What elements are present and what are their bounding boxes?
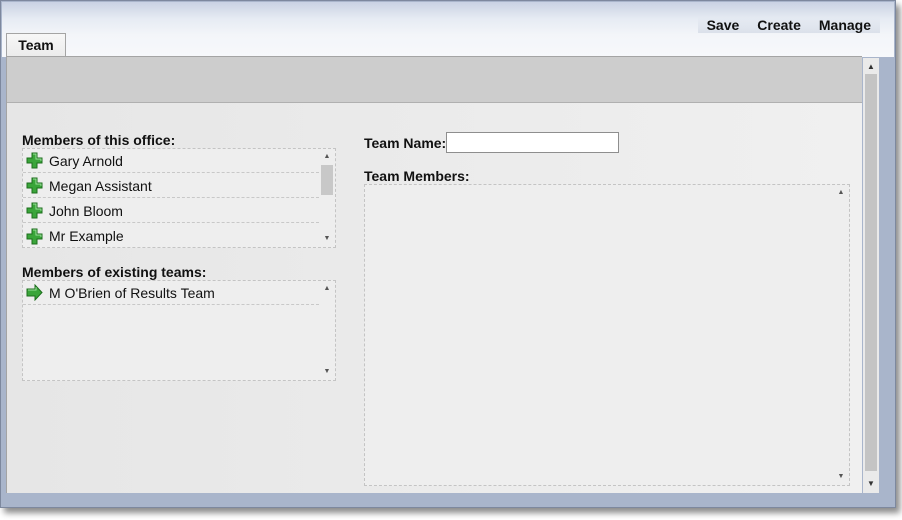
scroll-up-icon[interactable]: ▲ <box>833 187 849 199</box>
teams-list-scrollbar[interactable]: ▲ ▼ <box>319 281 335 380</box>
panel-header <box>7 57 862 103</box>
save-button[interactable]: Save <box>697 17 749 33</box>
scroll-down-icon[interactable]: ▼ <box>863 477 879 491</box>
page-scrollbar[interactable]: ▲ ▼ <box>863 58 879 493</box>
scroll-up-icon[interactable]: ▲ <box>319 151 335 163</box>
scroll-up-icon[interactable]: ▲ <box>319 283 335 295</box>
team-members-list[interactable]: ▲ ▼ <box>364 184 850 486</box>
team-name-input[interactable] <box>446 132 619 153</box>
list-item[interactable]: John Bloom <box>23 199 319 223</box>
add-icon[interactable] <box>26 152 43 169</box>
scroll-down-icon[interactable]: ▼ <box>833 471 849 483</box>
team-member-name: M O'Brien of Results Team <box>49 284 215 301</box>
member-name: John Bloom <box>49 202 123 219</box>
scrollbar-thumb[interactable] <box>865 74 877 471</box>
member-name: Gary Arnold <box>49 152 123 169</box>
create-button[interactable]: Create <box>748 17 810 33</box>
office-members-list[interactable]: Gary Arnold Megan Assistant John Bloom M… <box>22 148 336 248</box>
manage-button[interactable]: Manage <box>809 17 880 33</box>
member-name: Mr Example <box>49 228 124 244</box>
add-icon[interactable] <box>26 177 43 194</box>
team-members-scrollbar[interactable]: ▲ ▼ <box>833 185 849 485</box>
add-icon[interactable] <box>26 202 43 219</box>
member-name: Megan Assistant <box>49 177 152 194</box>
team-name-label: Team Name: <box>364 135 447 151</box>
team-members-label: Team Members: <box>364 168 470 184</box>
list-item[interactable]: Mr Example <box>23 224 319 247</box>
toolbar-actions: Save Create Manage <box>697 17 880 33</box>
scroll-up-icon[interactable]: ▲ <box>863 60 879 74</box>
existing-teams-label: Members of existing teams: <box>22 264 207 280</box>
scrollbar-thumb[interactable] <box>321 165 333 195</box>
scroll-down-icon[interactable]: ▼ <box>319 233 335 245</box>
scroll-down-icon[interactable]: ▼ <box>319 366 335 378</box>
tab-team[interactable]: Team <box>6 33 66 56</box>
list-item[interactable]: M O'Brien of Results Team <box>23 281 319 305</box>
add-icon[interactable] <box>26 228 43 245</box>
list-item[interactable]: Megan Assistant <box>23 174 319 198</box>
arrow-right-icon[interactable] <box>26 284 43 301</box>
top-toolbar: Save Create Manage <box>2 2 894 57</box>
list-item[interactable]: Gary Arnold <box>23 149 319 173</box>
office-members-label: Members of this office: <box>22 132 176 148</box>
existing-teams-list[interactable]: M O'Brien of Results Team ▲ ▼ <box>22 280 336 381</box>
office-list-scrollbar[interactable]: ▲ ▼ <box>319 149 335 247</box>
